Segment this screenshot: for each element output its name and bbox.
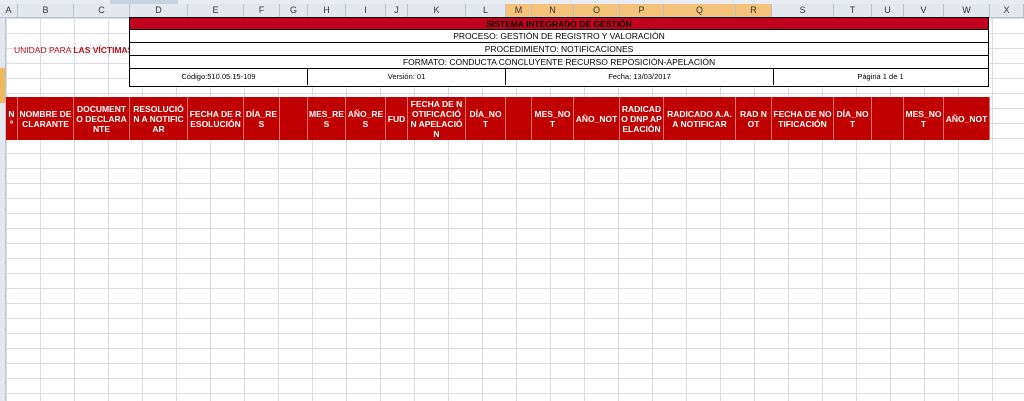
- th-fud[interactable]: FUD: [386, 97, 408, 140]
- col-header-G[interactable]: G: [280, 4, 308, 17]
- th-resolucion-a-notificar[interactable]: RESOLUCIÓN A NOTIFICAR: [130, 97, 188, 140]
- th-documento-declarante[interactable]: DOCUMENTO DECLARANTE: [74, 97, 130, 140]
- th-fecha-notificacion[interactable]: FECHA DE NOTIFICACIÓN: [772, 97, 834, 140]
- col-header-O[interactable]: O: [574, 4, 620, 17]
- col-header-I[interactable]: I: [346, 4, 386, 17]
- document-header-box: SISTEMA INTEGRADO DE GESTIÓN PROCESO: GE…: [129, 17, 989, 87]
- th-dia-not[interactable]: DÍA_NOT: [466, 97, 506, 140]
- th-empty-m[interactable]: [506, 97, 532, 140]
- th-fecha-notificacion-apelacion[interactable]: FECHA DE NOTIFICACIÓN APELACIÓN: [408, 97, 466, 140]
- col-header-W[interactable]: W: [944, 4, 990, 17]
- col-header-U[interactable]: U: [872, 4, 904, 17]
- col-header-J[interactable]: J: [386, 4, 408, 17]
- col-header-Q[interactable]: Q: [664, 4, 736, 17]
- col-header-M[interactable]: M: [506, 4, 532, 17]
- th-empty-g[interactable]: [280, 97, 308, 140]
- process-line: PROCESO: GESTIÓN DE REGISTRO Y VALORACIÓ…: [130, 30, 988, 43]
- system-title: SISTEMA INTEGRADO DE GESTIÓN: [130, 18, 988, 30]
- col-header-V[interactable]: V: [904, 4, 944, 17]
- date-cell: Fecha: 13/03/2017: [506, 69, 774, 85]
- logo-text: UNIDAD PARA LAS VÍCTIMAS: [14, 45, 134, 55]
- col-header-D[interactable]: D: [130, 4, 188, 17]
- column-header-bar: A B C D E F G H I J K L M N O P Q R S T …: [0, 4, 1024, 18]
- th-empty-u[interactable]: [872, 97, 904, 140]
- col-header-X[interactable]: X: [990, 4, 1024, 17]
- table-header-row: Nº NOMBRE DECLARANTE DOCUMENTO DECLARANT…: [6, 97, 990, 140]
- th-nombre-declarante[interactable]: NOMBRE DECLARANTE: [18, 97, 74, 140]
- col-header-C[interactable]: C: [74, 4, 130, 17]
- col-header-N[interactable]: N: [532, 4, 574, 17]
- code-cell: Código:510.05.15-109: [130, 69, 308, 85]
- procedure-line: PROCEDIMIENTO: NOTIFICACIONES: [130, 43, 988, 56]
- th-number[interactable]: Nº: [6, 97, 18, 140]
- th-mes-not-2[interactable]: MES_NOT: [904, 97, 944, 140]
- th-fecha-resolucion[interactable]: FECHA DE RESOLUCIÓN: [188, 97, 244, 140]
- col-header-S[interactable]: S: [772, 4, 834, 17]
- th-dia-res[interactable]: DÍA_RES: [244, 97, 280, 140]
- th-ano-not[interactable]: AÑO_NOT: [574, 97, 620, 140]
- th-ano-not-2[interactable]: AÑO_NOT: [944, 97, 990, 140]
- logo: UNIDAD PARA LAS VÍCTIMAS: [10, 38, 133, 62]
- col-header-H[interactable]: H: [308, 4, 346, 17]
- th-radicado-aa-a-notificar[interactable]: RADICADO A.A. A NOTIFICAR: [664, 97, 736, 140]
- col-header-R[interactable]: R: [736, 4, 772, 17]
- th-mes-not[interactable]: MES_NOT: [532, 97, 574, 140]
- page-cell: Página 1 de 1: [857, 72, 904, 81]
- col-header-P[interactable]: P: [620, 4, 664, 17]
- col-header-T[interactable]: T: [834, 4, 872, 17]
- metadata-row: Código:510.05.15-109 Versión: 01 Fecha: …: [130, 69, 988, 85]
- col-header-E[interactable]: E: [188, 4, 244, 17]
- col-header-B[interactable]: B: [18, 4, 74, 17]
- format-line: FORMATO: CONDUCTA CONCLUYENTE RECURSO RE…: [130, 56, 988, 69]
- col-header-K[interactable]: K: [408, 4, 466, 17]
- th-dia-not-2[interactable]: DÍA_NOT: [834, 97, 872, 140]
- col-header-F[interactable]: F: [244, 4, 280, 17]
- col-header-L[interactable]: L: [466, 4, 506, 17]
- version-cell: Versión: 01: [308, 69, 506, 85]
- th-mes-res[interactable]: MES_RES: [308, 97, 346, 140]
- selected-rows-marker: [0, 68, 5, 103]
- th-rad-not[interactable]: RAD NOT: [736, 97, 772, 140]
- th-radicado-dnp-apelacion[interactable]: RADICADO DNP APELACIÓN: [620, 97, 664, 140]
- th-ano-res[interactable]: AÑO_RES: [346, 97, 386, 140]
- col-header-A[interactable]: A: [0, 4, 18, 17]
